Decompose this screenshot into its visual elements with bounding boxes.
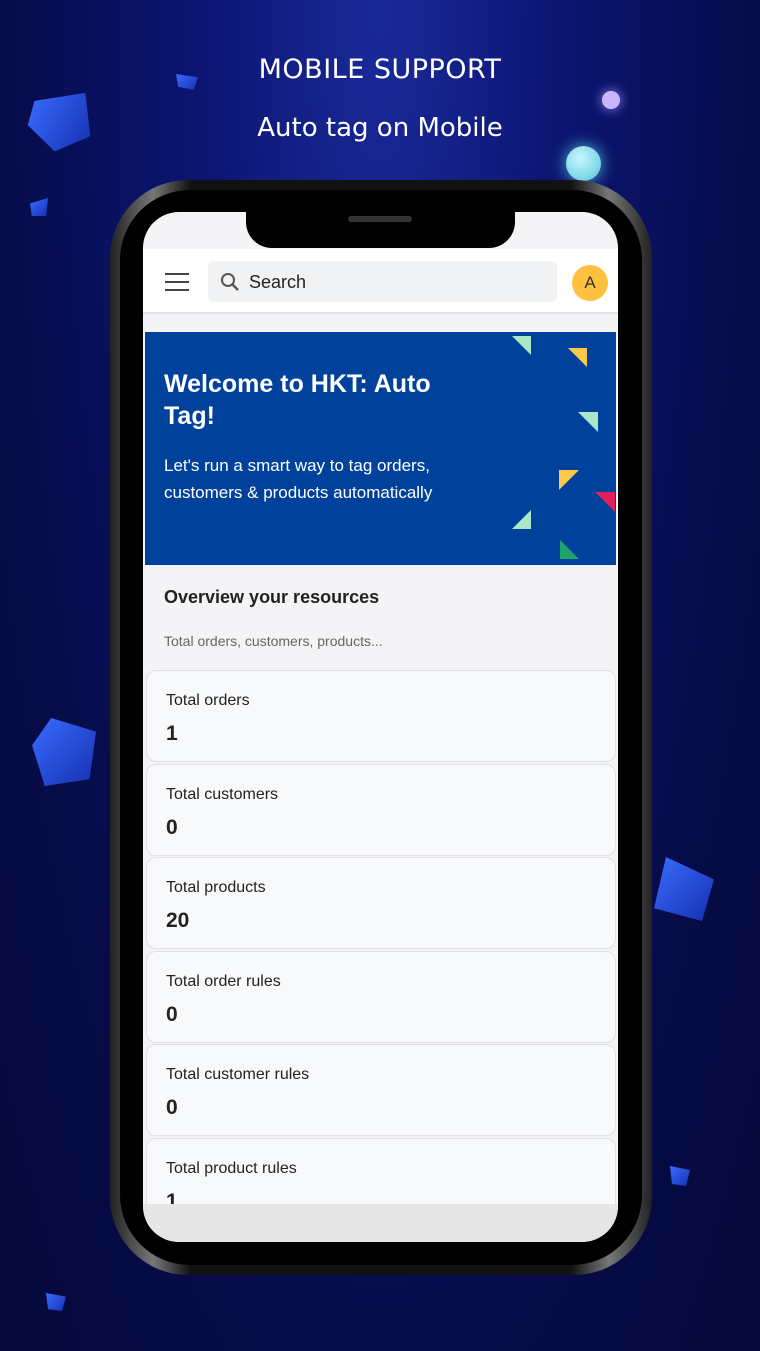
decorative-triangle	[512, 510, 531, 529]
stat-value: 1	[166, 722, 178, 745]
stat-label: Total products	[166, 879, 266, 896]
stat-card-customer-rules[interactable]: Total customer rules 0	[146, 1044, 616, 1136]
decorative-gem	[46, 1293, 66, 1311]
stat-value: 0	[166, 1003, 178, 1026]
stat-value: 0	[166, 1096, 178, 1119]
overview-title: Overview your resources	[164, 587, 380, 607]
top-bar: Search A	[143, 249, 618, 314]
decorative-triangle	[512, 336, 531, 355]
banner-title: Welcome to HKT: Auto Tag!	[164, 370, 431, 430]
stat-label: Total order rules	[166, 973, 281, 990]
decorative-gem	[654, 857, 714, 921]
avatar[interactable]: A	[572, 265, 608, 301]
stat-label: Total orders	[166, 692, 250, 709]
search-icon	[221, 273, 239, 291]
phone-screen: Search A Welcome to HKT: Auto Tag! Let's…	[143, 212, 618, 1242]
phone-notch	[246, 212, 515, 248]
overview-subtitle: Total orders, customers, products...	[164, 633, 383, 649]
decorative-triangle	[568, 348, 587, 367]
search-input[interactable]: Search	[208, 261, 557, 302]
stat-label: Total product rules	[166, 1160, 297, 1177]
stat-card-orders[interactable]: Total orders 1	[146, 670, 616, 762]
promo-subtitle: Auto tag on Mobile	[257, 113, 503, 143]
decorative-triangle	[559, 470, 579, 490]
stat-value: 20	[166, 909, 190, 932]
decorative-gem	[30, 198, 48, 216]
decorative-triangle	[560, 540, 579, 559]
bottom-bar	[143, 1204, 618, 1242]
decorative-triangle	[595, 492, 615, 512]
decorative-orb	[566, 146, 601, 181]
welcome-banner: Welcome to HKT: Auto Tag! Let's run a sm…	[145, 332, 616, 565]
stat-card-order-rules[interactable]: Total order rules 0	[146, 951, 616, 1043]
stat-value: 0	[166, 816, 178, 839]
stat-card-products[interactable]: Total products 20	[146, 857, 616, 949]
hamburger-menu-icon[interactable]	[165, 273, 189, 291]
decorative-orb	[602, 91, 620, 109]
decorative-triangle	[578, 412, 598, 432]
decorative-gem	[22, 88, 98, 157]
search-placeholder: Search	[249, 272, 307, 292]
stat-card-customers[interactable]: Total customers 0	[146, 764, 616, 856]
stat-label: Total customer rules	[166, 1066, 310, 1083]
decorative-gem	[32, 718, 96, 786]
stat-label: Total customers	[166, 786, 279, 803]
promo-title: MOBILE SUPPORT	[258, 54, 502, 85]
decorative-gem	[670, 1166, 690, 1186]
banner-subtitle: Let's run a smart way to tag orders, cus…	[164, 456, 433, 502]
